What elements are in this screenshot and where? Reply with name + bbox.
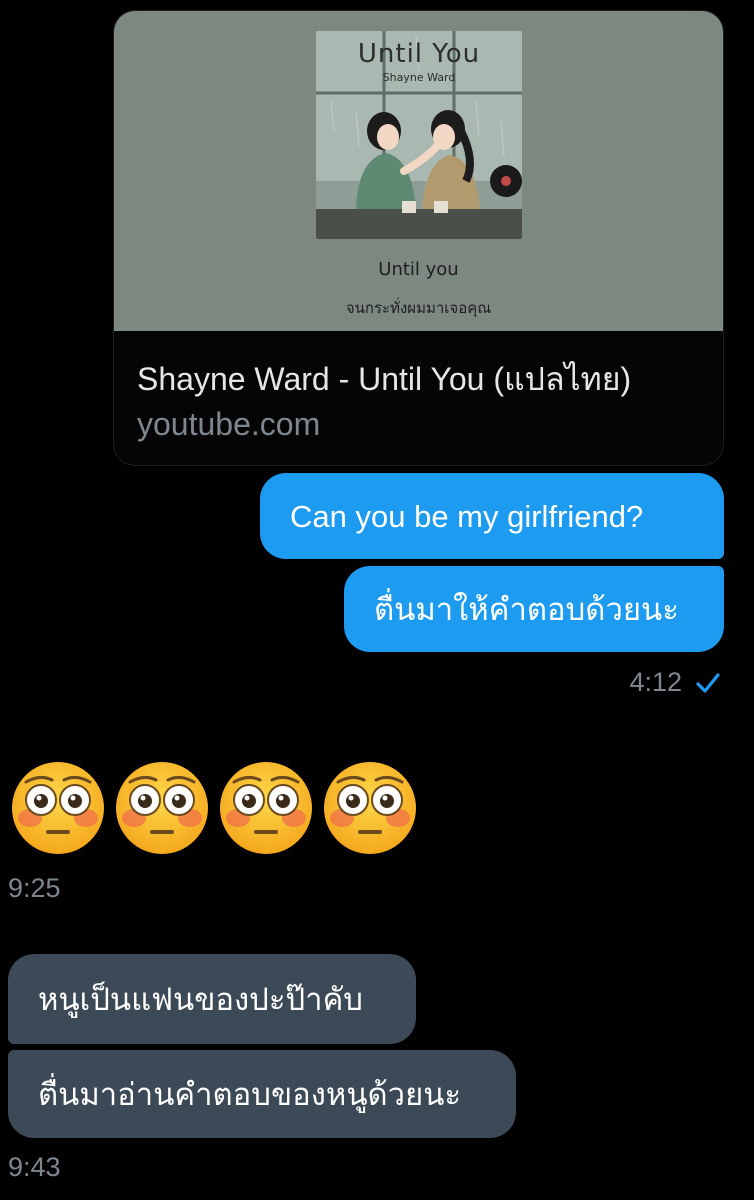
flushed-face-emoji (218, 760, 314, 856)
album-artwork: Until You Shayne Ward (316, 31, 522, 239)
incoming-message-bubble[interactable]: หนูเป็นแฟนของปะป๊าคับ (8, 954, 416, 1044)
thumbnail-caption-english: Until you (378, 259, 459, 280)
message-text: ตื่นมาให้คำตอบด้วยนะ (374, 591, 679, 627)
emoji-timestamp: 9:25 (8, 873, 61, 903)
link-preview-card[interactable]: Until You Shayne Ward Until you จนกระทั่… (113, 10, 724, 466)
artwork-artist: Shayne Ward (382, 71, 456, 84)
link-title[interactable]: Shayne Ward - Until You (แปลไทย) (137, 354, 631, 405)
thumbnail-caption-thai: จนกระทั่งผมมาเจอคุณ (345, 299, 492, 317)
link-domain: youtube.com (137, 406, 321, 442)
emoji-message[interactable] (10, 760, 418, 856)
flushed-face-emoji (322, 760, 418, 856)
message-text: หนูเป็นแฟนของปะป๊าคับ (38, 981, 363, 1017)
outgoing-timestamp: 4:12 (629, 667, 682, 697)
artwork-title: Until You (357, 39, 481, 69)
message-text: Can you be my girlfriend? (290, 498, 644, 534)
incoming-timestamp: 9:43 (8, 1152, 61, 1182)
message-text: ตื่นมาอ่านคำตอบของหนูด้วยนะ (38, 1076, 462, 1112)
checkmark-icon (694, 669, 722, 697)
outgoing-message-bubble[interactable]: ตื่นมาให้คำตอบด้วยนะ (344, 566, 724, 652)
flushed-face-emoji (10, 760, 106, 856)
incoming-message-bubble[interactable]: ตื่นมาอ่านคำตอบของหนูด้วยนะ (8, 1050, 516, 1138)
flushed-face-emoji (114, 760, 210, 856)
outgoing-message-bubble[interactable]: Can you be my girlfriend? (260, 473, 724, 559)
link-thumbnail: Until You Shayne Ward Until you จนกระทั่… (114, 11, 723, 331)
